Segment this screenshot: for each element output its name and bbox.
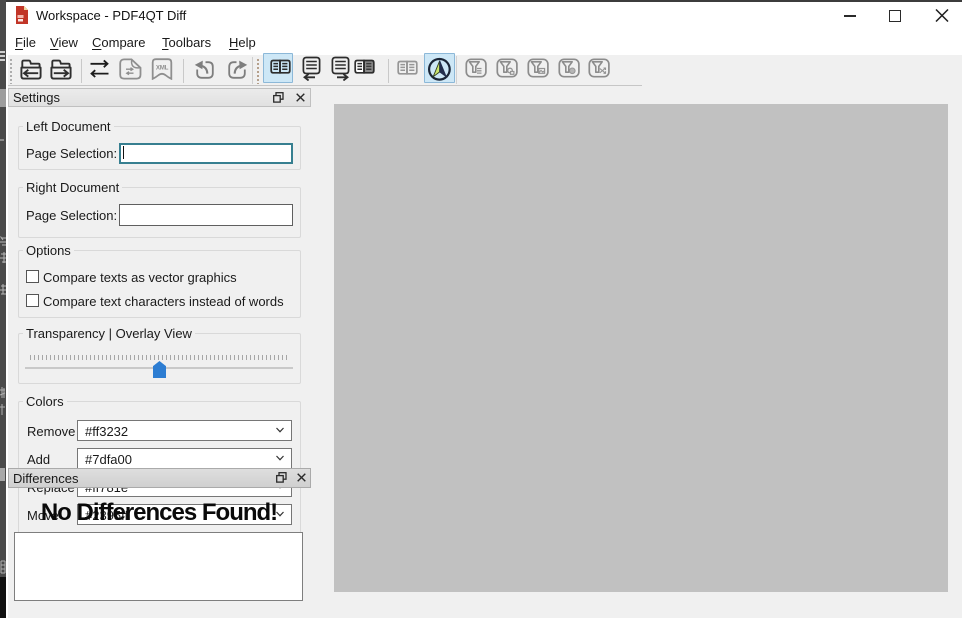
svg-text:XML: XML [156,65,169,72]
